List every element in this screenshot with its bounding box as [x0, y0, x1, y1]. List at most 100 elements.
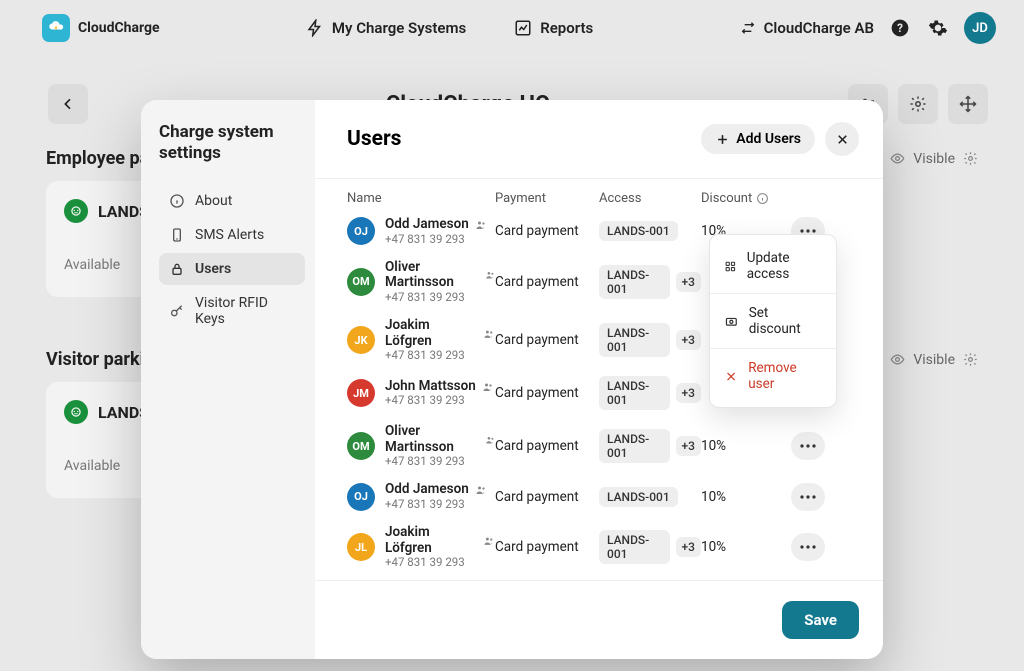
user-access: LANDS-001: [599, 221, 701, 241]
user-name: John Mattsson: [385, 379, 494, 395]
ctx-update-access[interactable]: Update access: [710, 239, 836, 293]
col-discount: Discount: [701, 191, 785, 206]
lock-icon: [169, 261, 185, 277]
col-name: Name: [347, 191, 495, 206]
user-phone: +47 831 39 293: [385, 455, 495, 468]
user-name-cell: JM John Mattsson +47 831 39 293: [347, 379, 495, 408]
user-discount: 10%: [701, 438, 785, 454]
user-access: LANDS-001+3: [599, 530, 701, 564]
access-extra-chip: +3: [676, 330, 701, 350]
users-mini-icon: [482, 381, 494, 393]
user-payment: Card payment: [495, 539, 599, 555]
user-access: LANDS-001: [599, 487, 701, 507]
access-extra-chip: +3: [676, 537, 701, 557]
nav-right: CloudCharge AB ? JD: [740, 12, 996, 44]
user-avatar-small: OJ: [347, 217, 375, 245]
sidebar-item-rfid[interactable]: Visitor RFID Keys: [159, 287, 305, 335]
nav-charge-systems[interactable]: My Charge Systems: [306, 19, 466, 37]
sidebar-item-users[interactable]: Users: [159, 253, 305, 285]
status-badge-icon: [64, 199, 88, 223]
user-payment: Card payment: [495, 223, 599, 239]
user-name-cell: JKJoakim Löfgren +47 831 39 293: [347, 318, 495, 362]
user-name-cell: OMOliver Martinsson +47 831 39 293: [347, 424, 495, 468]
user-avatar-small: JL: [347, 533, 375, 561]
back-button[interactable]: [48, 84, 88, 124]
ctx-remove-user[interactable]: Remove user: [710, 349, 836, 403]
gear-small-icon[interactable]: [963, 151, 978, 166]
dots-icon: [800, 545, 816, 549]
col-access: Access: [599, 191, 701, 206]
user-name-cell: OJOdd Jameson +47 831 39 293: [347, 217, 495, 246]
user-payment: Card payment: [495, 274, 599, 290]
row-actions-button[interactable]: [791, 432, 825, 460]
user-avatar-small: JK: [347, 326, 375, 354]
nav-reports[interactable]: Reports: [514, 19, 593, 37]
help-icon[interactable]: ?: [888, 16, 912, 40]
brand[interactable]: CloudCharge: [42, 14, 160, 42]
user-name-cell: OMOliver Martinsson +47 831 39 293: [347, 260, 495, 304]
user-name: Joakim Löfgren: [385, 525, 495, 556]
chevron-left-icon: [60, 96, 76, 112]
access-extra-chip: +3: [676, 436, 701, 456]
row-context-menu: Update access Set discount Remove user: [709, 234, 837, 408]
add-users-button[interactable]: Add Users: [701, 124, 815, 154]
table-row: OMOliver Martinsson +47 831 39 293Card p…: [347, 417, 859, 475]
plus-icon: [715, 132, 730, 147]
user-avatar-small: JM: [347, 379, 375, 407]
users-mini-icon: [475, 484, 487, 496]
dots-icon: [800, 444, 816, 448]
eye-icon: [890, 151, 905, 166]
users-table-header: Name Payment Access Discount: [347, 185, 859, 210]
access-chip: LANDS-001: [599, 221, 678, 241]
user-name: Odd Jameson: [385, 217, 487, 233]
user-phone: +47 831 39 293: [385, 498, 487, 511]
user-avatar-small: OM: [347, 268, 375, 296]
user-avatar[interactable]: JD: [964, 12, 996, 44]
table-row: JLJoakim Löfgren +47 831 39 293Card paym…: [347, 518, 859, 576]
settings-icon[interactable]: [926, 16, 950, 40]
user-avatar-small: OM: [347, 432, 375, 460]
user-avatar-small: OJ: [347, 483, 375, 511]
info-small-icon[interactable]: [756, 192, 769, 205]
header-move-button[interactable]: [948, 84, 988, 124]
bolt-icon: [306, 19, 324, 37]
dots-icon: [800, 229, 816, 233]
row-actions-button[interactable]: [791, 533, 825, 561]
modal-main: Users Add Users Name Payment Access Disc…: [315, 100, 883, 659]
user-phone: +47 831 39 293: [385, 349, 495, 362]
access-chip: LANDS-001: [599, 376, 670, 410]
col-payment: Payment: [495, 191, 599, 206]
svg-text:?: ?: [897, 21, 903, 35]
gear-icon: [909, 95, 927, 113]
user-name: Odd Jameson: [385, 482, 487, 498]
x-icon: [724, 369, 738, 384]
access-chip: LANDS-001: [599, 265, 670, 299]
brand-label: CloudCharge: [78, 20, 160, 36]
modal-title: Users: [347, 127, 701, 151]
user-payment: Card payment: [495, 489, 599, 505]
eye-icon: [890, 352, 905, 367]
user-access: LANDS-001 +3: [599, 265, 701, 299]
header-settings-button[interactable]: [898, 84, 938, 124]
user-phone: +47 831 39 293: [385, 394, 494, 407]
org-switcher[interactable]: CloudCharge AB: [740, 19, 874, 37]
user-name-cell: OJ Odd Jameson +47 831 39 293: [347, 482, 495, 511]
chart-icon: [514, 19, 532, 37]
sidebar-item-sms[interactable]: SMS Alerts: [159, 219, 305, 251]
row-actions-button[interactable]: [791, 483, 825, 511]
gear-small-icon[interactable]: [963, 352, 978, 367]
user-payment: Card payment: [495, 332, 599, 348]
sidebar-item-about[interactable]: About: [159, 185, 305, 217]
access-extra-chip: +3: [676, 272, 701, 292]
user-discount: 10%: [701, 539, 785, 555]
ctx-set-discount[interactable]: Set discount: [710, 294, 836, 348]
save-button[interactable]: Save: [782, 601, 859, 639]
modal-overlay: Charge system settings About SMS Alerts …: [0, 0, 1024, 671]
dots-icon: [800, 495, 816, 499]
status-badge-icon: [64, 400, 88, 424]
nav-center: My Charge Systems Reports: [168, 19, 732, 37]
table-row: OJ Odd Jameson +47 831 39 293 Card payment…: [347, 475, 859, 518]
users-mini-icon: [475, 219, 487, 231]
user-phone: +47 831 39 293: [385, 291, 495, 304]
modal-close-button[interactable]: [825, 122, 859, 156]
